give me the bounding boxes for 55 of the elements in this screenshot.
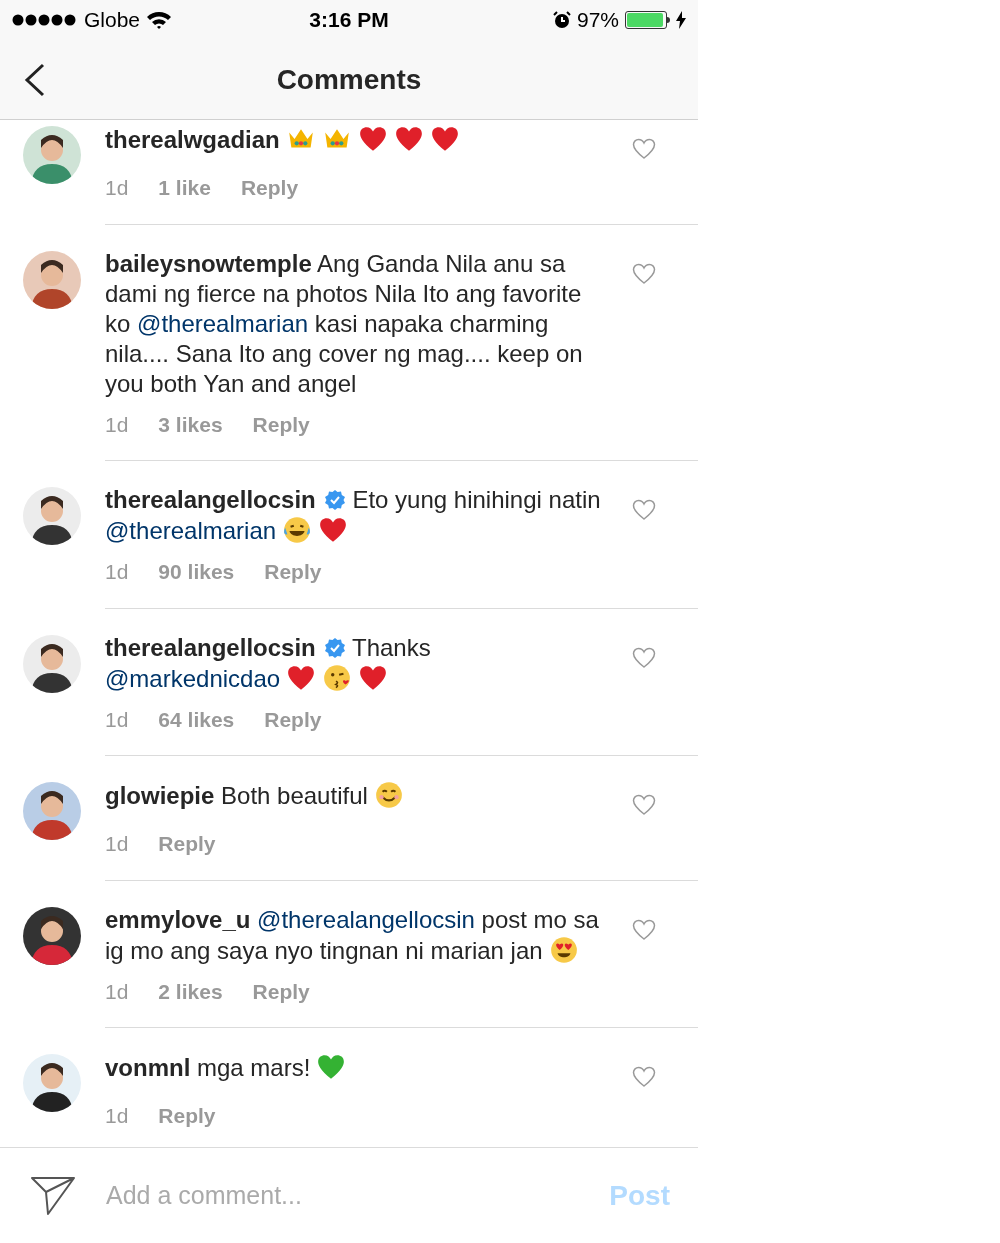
reply-link[interactable]: Reply — [264, 556, 322, 588]
likes-count-link[interactable]: 64 likes — [158, 703, 235, 735]
mention-link[interactable]: @therealangellocsin — [257, 905, 475, 933]
kissing-face-icon — [322, 662, 353, 693]
reply-link[interactable]: Reply — [252, 408, 310, 440]
reply-link[interactable]: Reply — [158, 828, 216, 860]
comment-text: therealangellocsin Thanks @markednicdao — [105, 632, 432, 694]
smiling-face-icon — [373, 780, 404, 810]
heart-icon — [632, 1066, 656, 1088]
comment-text: therealwgadian — [105, 124, 632, 155]
mention-link[interactable]: @therealmarian — [137, 309, 309, 337]
comment-text: emmylove_u @therealangellocsin post mo sa ig mo ang saya nyo tingnan ni marian jan — [105, 904, 600, 966]
wifi-icon — [146, 10, 173, 30]
clock-time: 3:16 PM — [309, 7, 389, 34]
comment-text: glowiepie Both beautiful — [105, 780, 632, 811]
verified-badge-icon — [323, 489, 346, 511]
likes-count-link[interactable]: 2 likes — [158, 975, 223, 1007]
comment-time: 1d — [105, 175, 129, 201]
comment-time: 1d — [105, 559, 129, 585]
carrier-name: Globe — [84, 7, 141, 34]
signal-icon — [12, 14, 78, 26]
back-icon — [24, 63, 46, 97]
battery-icon — [625, 11, 670, 29]
heart-icon — [632, 138, 656, 160]
reply-link[interactable]: Reply — [158, 1100, 216, 1132]
heart-icon — [632, 262, 656, 285]
heart-eyes-face-icon — [548, 934, 579, 965]
heart-icon — [632, 918, 656, 941]
heart-icon — [632, 646, 656, 669]
comment-text: therealangellocsin Eto yung hinihingi natin @therealmarian — [105, 485, 602, 546]
heart-icon — [632, 499, 656, 521]
mention-link[interactable]: @markednicdao — [105, 664, 281, 692]
comment-time: 1d — [105, 978, 129, 1005]
alarm-icon — [552, 11, 571, 29]
comment-text: baileysnowtemple Ang Ganda Nila anu sa dami ng fierce na photos Nila Ito ang favorite ko @therealmarian kasi napaka charming nila.... Sana Ito ang cover ng mag.... keep on you both Yan and angel — [105, 248, 584, 399]
page-title: Comments — [276, 62, 422, 97]
likes-count-link[interactable]: 3 likes — [158, 408, 223, 440]
reply-link[interactable]: Reply — [252, 975, 310, 1007]
comment-text: vonmnl mga mars! — [105, 1052, 632, 1083]
reply-link[interactable]: Reply — [264, 703, 322, 735]
comment-time: 1d — [105, 706, 129, 733]
verified-badge-icon — [323, 636, 346, 659]
likes-count-link[interactable]: 1 like — [158, 172, 211, 204]
send-icon — [30, 1175, 76, 1216]
comment-time: 1d — [105, 1103, 129, 1129]
comment-time: 1d — [105, 411, 129, 438]
laughing-face-icon — [282, 515, 313, 545]
comment-time: 1d — [105, 831, 129, 857]
charging-icon — [676, 11, 686, 29]
heart-icon — [632, 794, 656, 816]
comment-input-field[interactable]: Add a comment... — [106, 1176, 610, 1215]
mention-link[interactable]: @therealmarian — [105, 517, 277, 544]
likes-count-link[interactable]: 90 likes — [158, 556, 235, 588]
battery-percent: 97% — [576, 7, 619, 34]
reply-link[interactable]: Reply — [240, 172, 299, 204]
